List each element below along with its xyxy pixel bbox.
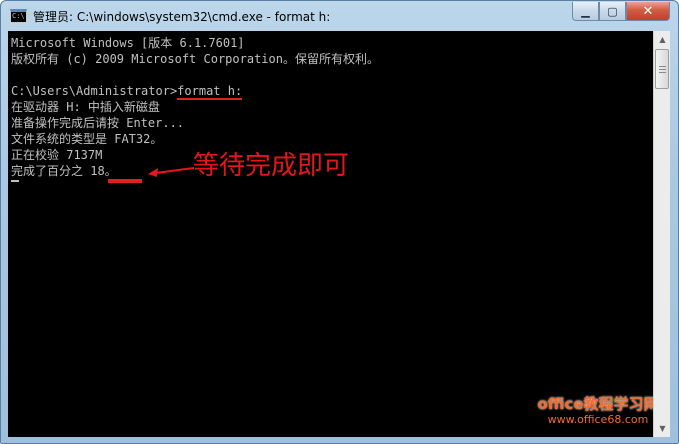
close-icon: ✕: [642, 3, 654, 19]
console-line-5: 在驱动器 H: 中插入新磁盘: [11, 100, 160, 114]
console-line-7: 文件系统的类型是 FAT32。: [11, 132, 163, 146]
minimize-icon: ▁: [581, 4, 590, 18]
console-line-progress: 完成了百分之 18。: [11, 164, 117, 178]
console-line-6: 准备操作完成后请按 Enter...: [11, 116, 185, 130]
cmd-app-icon[interactable]: C:\.: [10, 9, 29, 23]
scroll-up-arrow-icon[interactable]: ▲: [654, 31, 671, 48]
console-line-2: 版权所有 (c) 2009 Microsoft Corporation。保留所有…: [11, 52, 379, 66]
console-output[interactable]: Microsoft Windows [版本 6.1.7601] 版权所有 (c)…: [8, 31, 653, 437]
thumb-grip-line: [659, 69, 666, 70]
scroll-down-arrow-icon[interactable]: ▼: [654, 420, 671, 437]
prompt-path: C:\Users\Administrator>: [11, 84, 178, 98]
format-command: format h:: [177, 84, 243, 100]
watermark-url: www.office68.com: [547, 413, 649, 426]
minimize-button[interactable]: ▁: [572, 2, 599, 21]
thumb-grip-line: [659, 66, 666, 67]
progress-highlight-bar: [108, 179, 142, 183]
annotation-arrow-icon: [148, 167, 194, 177]
window-controls: ▁ ▢ ✕: [572, 2, 670, 21]
maximize-icon: ▢: [607, 4, 618, 18]
close-button[interactable]: ✕: [626, 2, 670, 21]
console-line-8: 正在校验 7137M: [11, 148, 103, 162]
text-cursor: [11, 180, 19, 182]
console-line-prompt: C:\Users\Administrator>format h:: [11, 83, 243, 100]
vertical-scrollbar[interactable]: ▲ ▼: [653, 31, 670, 437]
maximize-button[interactable]: ▢: [599, 2, 626, 21]
scrollbar-thumb[interactable]: [655, 49, 669, 89]
annotation-text: 等待完成即可: [193, 151, 350, 181]
cmd-window: C:\. 管理员: C:\windows\system32\cmd.exe - …: [0, 0, 679, 444]
window-title: 管理员: C:\windows\system32\cmd.exe - forma…: [33, 10, 331, 24]
watermark-title: office教程学习网: [537, 395, 653, 413]
watermark: office教程学习网 www.office68.com: [528, 396, 653, 428]
console-line-1: Microsoft Windows [版本 6.1.7601]: [11, 36, 245, 50]
thumb-grip-line: [659, 72, 666, 73]
title-bar[interactable]: C:\. 管理员: C:\windows\system32\cmd.exe - …: [1, 1, 678, 31]
